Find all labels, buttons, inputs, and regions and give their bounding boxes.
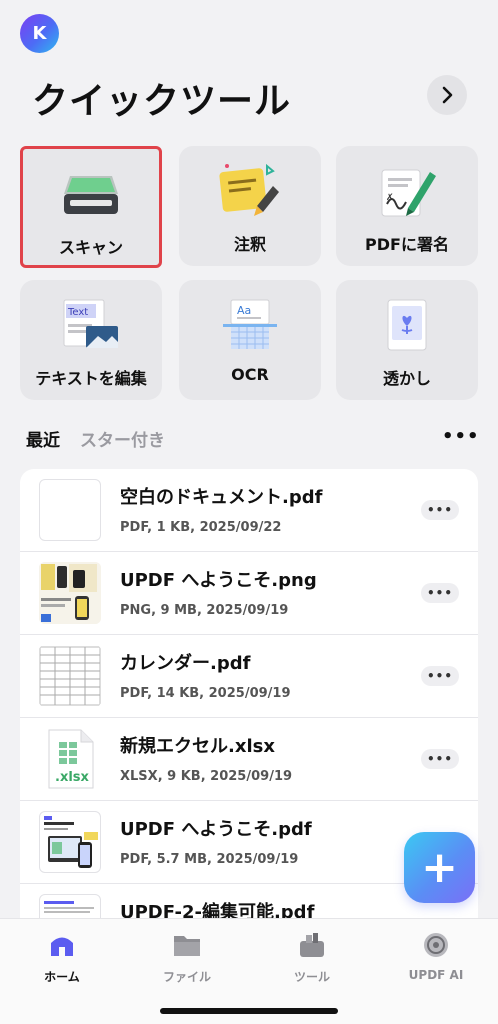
ocr-icon: Aa <box>217 296 283 354</box>
recent-tabs: 最近 スター付き <box>26 426 165 451</box>
plus-icon: + <box>421 842 458 893</box>
edit-text-icon: Text <box>58 296 124 354</box>
tool-scan[interactable]: スキャン <box>20 146 162 268</box>
svg-text:✗: ✗ <box>386 193 394 203</box>
chevron-right-icon <box>442 86 453 104</box>
row-more-button[interactable]: ••• <box>421 500 459 520</box>
tool-label: テキストを編集 <box>35 369 147 388</box>
toolbox-icon <box>297 931 327 959</box>
xlsx-thumb-label: .xlsx <box>55 770 89 785</box>
tab-updf-ai[interactable]: UPDF AI <box>386 931 486 982</box>
watermark-icon <box>374 296 440 354</box>
tool-ocr[interactable]: Aa OCR <box>179 280 321 400</box>
tab-label: ファイル <box>162 970 211 984</box>
signature-icon: ✗ <box>374 162 440 220</box>
file-thumbnail: .xlsx <box>39 728 101 790</box>
tool-edit-text[interactable]: Text テキストを編集 <box>20 280 162 400</box>
avatar-letter: K <box>32 23 47 44</box>
tab-tools[interactable]: ツール <box>262 931 362 985</box>
folder-icon <box>172 931 202 959</box>
row-more-button[interactable]: ••• <box>421 583 459 603</box>
file-name: カレンダー.pdf <box>120 653 251 674</box>
tab-label: UPDF AI <box>408 968 464 982</box>
tool-sign[interactable]: ✗ PDFに署名 <box>336 146 478 266</box>
row-more-button[interactable]: ••• <box>421 749 459 769</box>
list-item[interactable]: 空白のドキュメント.pdf PDF, 1 KB, 2025/09/22 ••• <box>20 469 478 552</box>
tool-annotate[interactable]: 注釈 <box>179 146 321 266</box>
tab-starred[interactable]: スター付き <box>80 426 165 451</box>
tool-label: 透かし <box>382 369 431 388</box>
avatar[interactable]: K <box>20 14 59 53</box>
tab-label: ホーム <box>44 970 80 984</box>
tab-recent[interactable]: 最近 <box>26 426 60 451</box>
tab-label: ツール <box>293 970 330 984</box>
chevron-right-button[interactable] <box>427 75 467 115</box>
tab-home[interactable]: ホーム <box>12 931 112 985</box>
file-name: 空白のドキュメント.pdf <box>120 487 323 508</box>
list-item[interactable]: .xlsx 新規エクセル.xlsx XLSX, 9 KB, 2025/09/19… <box>20 718 478 801</box>
more-options-button[interactable]: ••• <box>442 426 480 447</box>
file-meta: PDF, 5.7 MB, 2025/09/19 <box>120 852 299 867</box>
home-indicator <box>160 1008 338 1014</box>
svg-text:Aa: Aa <box>237 304 251 317</box>
tool-label: 注釈 <box>233 235 266 254</box>
row-more-button[interactable]: ••• <box>421 666 459 686</box>
file-thumbnail <box>39 562 101 624</box>
tool-label: OCR <box>231 365 269 384</box>
list-item[interactable]: UPDF へようこそ.png PNG, 9 MB, 2025/09/19 ••• <box>20 552 478 635</box>
file-thumbnail <box>39 645 101 707</box>
page-title: クイックツール <box>32 81 292 122</box>
list-item[interactable]: カレンダー.pdf PDF, 14 KB, 2025/09/19 ••• <box>20 635 478 718</box>
file-meta: PNG, 9 MB, 2025/09/19 <box>120 603 289 618</box>
ai-icon <box>421 931 451 959</box>
file-meta: PDF, 1 KB, 2025/09/22 <box>120 520 282 535</box>
file-name: UPDF へようこそ.png <box>120 570 317 591</box>
file-thumbnail <box>39 811 101 873</box>
file-name: 新規エクセル.xlsx <box>120 736 275 757</box>
file-thumbnail <box>39 479 101 541</box>
add-button[interactable]: + <box>404 832 475 903</box>
home-icon <box>47 931 77 959</box>
tool-label: スキャン <box>58 238 123 257</box>
tab-files[interactable]: ファイル <box>137 931 237 985</box>
file-name: UPDF へようこそ.pdf <box>120 819 312 840</box>
notes-icon <box>217 162 283 220</box>
svg-text:Text: Text <box>67 307 88 318</box>
file-meta: PDF, 14 KB, 2025/09/19 <box>120 686 291 701</box>
scanner-icon <box>58 165 124 223</box>
file-meta: XLSX, 9 KB, 2025/09/19 <box>120 769 293 784</box>
tool-watermark[interactable]: 透かし <box>336 280 478 400</box>
tool-label: PDFに署名 <box>365 235 449 254</box>
